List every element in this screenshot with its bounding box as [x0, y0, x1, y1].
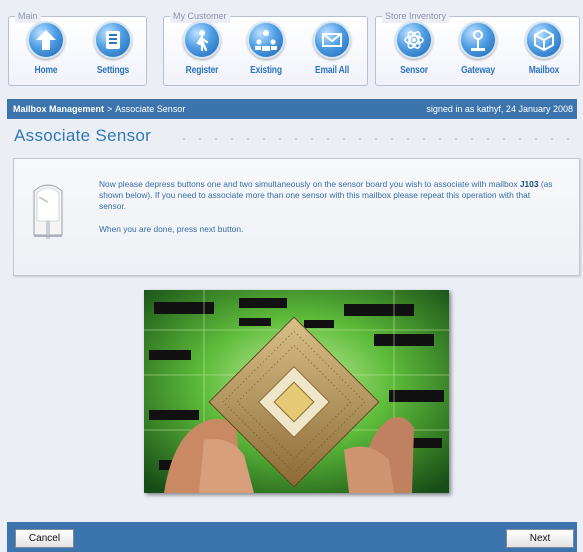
nav-label: Register: [185, 65, 219, 76]
nav-mailbox-button[interactable]: Mailbox: [514, 21, 574, 76]
mailbox-icon: [525, 21, 563, 59]
existing-icon: [247, 21, 285, 59]
cancel-button[interactable]: Cancel: [15, 529, 74, 548]
footer-bar: Cancel Next: [7, 522, 577, 552]
instruction-done-text: When you are done, press next button.: [99, 224, 244, 234]
settings-icon: [94, 21, 132, 59]
mailbox-id: J103: [519, 179, 539, 189]
instruction-text: Now please depress buttons one and two s…: [99, 179, 554, 235]
email-icon: [313, 21, 351, 59]
nav-label: Settings: [96, 65, 130, 76]
register-icon: [183, 21, 221, 59]
nav-sensor-button[interactable]: Sensor: [384, 21, 444, 76]
sensor-icon: [395, 21, 433, 59]
title-divider: [176, 138, 576, 140]
instruction-paragraph: Now please depress buttons one and two s…: [99, 179, 554, 212]
nav-group-my-customer: My Customer Register Existing Email All: [163, 9, 368, 86]
sensor-board-photo: [144, 290, 449, 493]
nav-existing-button[interactable]: Existing: [236, 21, 296, 76]
nav-settings-button[interactable]: Settings: [83, 21, 143, 76]
nav-label: Gateway: [461, 65, 495, 76]
nav-label: Existing: [250, 65, 282, 76]
nav-group-main: Main Home Settings: [8, 9, 147, 86]
breadcrumb-current: Associate Sensor: [115, 104, 186, 114]
nav-label: Email All: [314, 65, 350, 76]
nav-home-button[interactable]: Home: [16, 21, 76, 76]
next-button[interactable]: Next: [506, 529, 574, 548]
nav-label: Sensor: [400, 65, 428, 76]
nav-gateway-button[interactable]: Gateway: [448, 21, 508, 76]
page-title: Associate Sensor: [14, 126, 152, 145]
nav-group-store-inventory: Store Inventory Sensor Gateway Mailbox: [375, 9, 580, 86]
breadcrumb-section-link[interactable]: Mailbox Management: [13, 104, 104, 114]
breadcrumb: Mailbox Management > Associate Sensor sign…: [7, 99, 577, 119]
mailbox-illustration-icon: [28, 177, 68, 241]
instruction-text-part1: Now please depress buttons one and two s…: [99, 179, 520, 189]
nav-register-button[interactable]: Register: [172, 21, 232, 76]
nav-email-all-button[interactable]: Email All: [302, 21, 362, 76]
signed-in-status: signed in as kathyf, 24 January 2008: [426, 104, 573, 114]
nav-label: Home: [34, 65, 58, 76]
nav-label: Mailbox: [528, 65, 560, 76]
instruction-panel: Now please depress buttons one and two s…: [13, 158, 580, 276]
breadcrumb-separator: >: [107, 104, 113, 114]
home-icon: [27, 21, 65, 59]
gateway-icon: [459, 21, 497, 59]
